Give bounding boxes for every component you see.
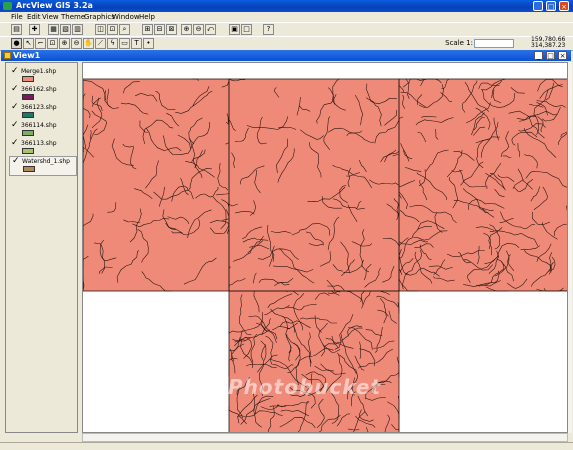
zoom-out-button[interactable]: ⊖ [193, 24, 204, 35]
horizontal-scrollbar[interactable] [82, 433, 568, 442]
legend-item-merge1[interactable]: ✓ Merge1.shp [9, 67, 75, 85]
menu-bar: File Edit View Theme Graphics Window Hel… [0, 12, 573, 22]
maximize-button[interactable]: □ [546, 1, 556, 11]
legend-item-366113[interactable]: ✓ 366113.shp [9, 139, 75, 157]
pan-tool[interactable]: ✋ [83, 38, 94, 49]
select-features-button[interactable]: ▣ [229, 24, 240, 35]
visibility-checkmark-icon[interactable]: ✓ [11, 85, 19, 94]
view-title: View1 [13, 51, 40, 60]
zoom-out-tool[interactable]: ⊖ [71, 38, 82, 49]
layer-color-swatch [23, 166, 35, 172]
layer-name: 366114.shp [21, 122, 57, 129]
area-of-interest-tool[interactable]: ▭ [119, 38, 130, 49]
select-feature-tool[interactable]: ⊡ [47, 38, 58, 49]
measure-tool[interactable]: ⟋ [95, 38, 106, 49]
theme-properties-button[interactable]: ▦ [48, 24, 59, 35]
legend-item-watershd-1[interactable]: ✓ Watershd_1.shp [9, 156, 77, 176]
scale-label: Scale 1: [445, 39, 473, 47]
layer-color-swatch [22, 94, 34, 100]
save-project-button[interactable]: ▤ [11, 24, 22, 35]
draw-point-tool[interactable]: • [143, 38, 154, 49]
view-close-button[interactable]: × [558, 51, 567, 60]
visibility-checkmark-icon[interactable]: ✓ [11, 121, 19, 130]
menu-edit[interactable]: Edit [27, 13, 41, 21]
photobucket-watermark: Photobucket [228, 375, 381, 399]
layer-color-swatch [22, 130, 34, 136]
layer-color-swatch [22, 148, 34, 154]
find-button[interactable]: ◫ [95, 24, 106, 35]
zoom-previous-button[interactable]: ⤺ [205, 24, 216, 35]
open-table-button[interactable]: ▥ [72, 24, 83, 35]
visibility-checkmark-icon[interactable]: ✓ [11, 67, 19, 76]
layer-name: Merge1.shp [21, 68, 56, 75]
legend-item-366114[interactable]: ✓ 366114.shp [9, 121, 75, 139]
identify-tool[interactable]: ● [11, 38, 22, 49]
add-theme-button[interactable]: ✚ [29, 24, 40, 35]
vertex-edit-tool[interactable]: ⌐ [35, 38, 46, 49]
view-minimize-button[interactable]: _ [534, 51, 543, 60]
zoom-in-tool[interactable]: ⊕ [59, 38, 70, 49]
visibility-checkmark-icon[interactable]: ✓ [11, 139, 19, 148]
arcview-app-icon [3, 2, 12, 10]
table-of-contents: ✓ Merge1.shp ✓ 366162.shp ✓ 366123.shp ✓… [5, 62, 78, 433]
scale-input[interactable] [474, 39, 514, 48]
menu-theme[interactable]: Theme [61, 13, 85, 21]
vertical-scrollbar[interactable] [568, 62, 572, 433]
clear-selection-button[interactable]: □ [241, 24, 252, 35]
coordinate-readout: 159,780.66 314,387.23 [531, 37, 561, 49]
view-title-bar: View1 _ □ × [1, 50, 571, 61]
legend-item-366123[interactable]: ✓ 366123.shp [9, 103, 75, 121]
map-display[interactable]: Photobucket [82, 62, 568, 433]
menu-view[interactable]: View [42, 13, 59, 21]
legend-item-366162[interactable]: ✓ 366162.shp [9, 85, 75, 103]
layer-name: Watershd_1.shp [22, 158, 70, 165]
close-button[interactable]: × [559, 1, 569, 11]
menu-graphics[interactable]: Graphics [84, 13, 115, 21]
zoom-in-button[interactable]: ⊕ [181, 24, 192, 35]
query-builder-button[interactable]: ⌕ [119, 24, 130, 35]
zoom-selected-button[interactable]: ⊠ [166, 24, 177, 35]
locate-button[interactable]: ⊡ [107, 24, 118, 35]
view-maximize-button[interactable]: □ [546, 51, 555, 60]
view-icon [4, 52, 11, 59]
app-title: ArcView GIS 3.2a [16, 1, 93, 10]
visibility-checkmark-icon[interactable]: ✓ [11, 103, 19, 112]
layer-name: 366162.shp [21, 86, 57, 93]
layer-name: 366123.shp [21, 104, 57, 111]
zoom-active-button[interactable]: ⊟ [154, 24, 165, 35]
help-button[interactable]: ? [263, 24, 274, 35]
menu-file[interactable]: File [11, 13, 23, 21]
zoom-full-button[interactable]: ⊞ [142, 24, 153, 35]
edit-legend-button[interactable]: ▧ [60, 24, 71, 35]
menu-window[interactable]: Window [112, 13, 140, 21]
menu-help[interactable]: Help [139, 13, 155, 21]
layer-color-swatch [22, 112, 34, 118]
layer-name: 366113.shp [21, 140, 57, 147]
minimize-button[interactable]: _ [533, 1, 543, 11]
label-tool[interactable]: T [131, 38, 142, 49]
visibility-checkmark-icon[interactable]: ✓ [12, 157, 20, 166]
pointer-tool[interactable]: ↖ [23, 38, 34, 49]
coordinate-y: 314,387.23 [531, 43, 561, 49]
app-title-bar: ArcView GIS 3.2a _ □ × [0, 0, 573, 12]
hotlink-tool[interactable]: ϟ [107, 38, 118, 49]
layer-color-swatch [22, 76, 34, 82]
tool-bar: ● ↖ ⌐ ⊡ ⊕ ⊖ ✋ ⟋ ϟ ▭ T • Scale 1: 159,780… [0, 36, 573, 51]
